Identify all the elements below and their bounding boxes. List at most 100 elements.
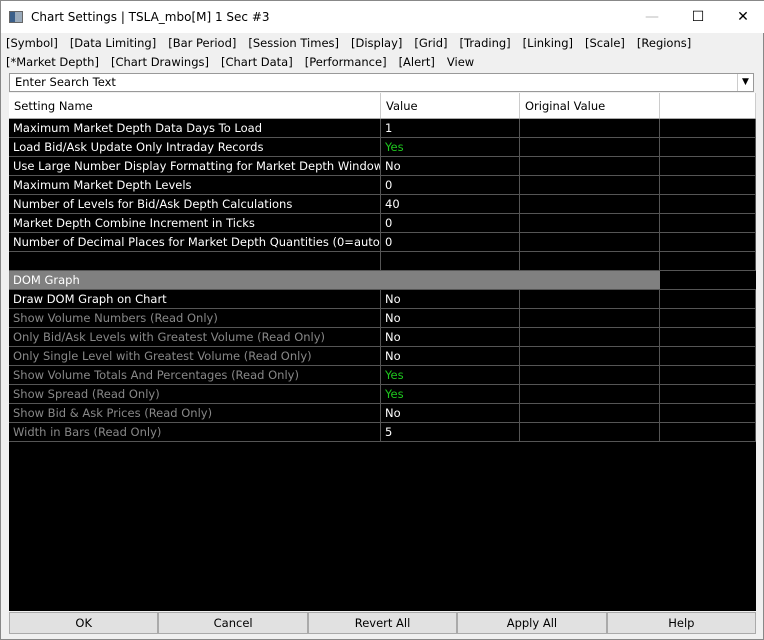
- table-row[interactable]: Use Large Number Display Formatting for …: [9, 157, 756, 176]
- settings-tab[interactable]: [Display]: [351, 36, 402, 50]
- empty-cell: [660, 157, 756, 175]
- original-value: [520, 385, 660, 403]
- search-input[interactable]: Enter Search Text ▼: [9, 73, 754, 92]
- table-row[interactable]: Draw DOM Graph on Chart No: [9, 290, 756, 309]
- table-row[interactable]: Only Bid/Ask Levels with Greatest Volume…: [9, 328, 756, 347]
- setting-value[interactable]: No: [381, 309, 520, 327]
- settings-tab[interactable]: [Chart Data]: [221, 55, 293, 69]
- setting-name: Width in Bars (Read Only): [9, 423, 381, 441]
- column-empty: [660, 93, 756, 118]
- setting-value[interactable]: 0: [381, 233, 520, 251]
- setting-value[interactable]: No: [381, 404, 520, 422]
- table-row[interactable]: Load Bid/Ask Update Only Intraday Record…: [9, 138, 756, 157]
- help-button[interactable]: Help: [606, 612, 757, 634]
- settings-tab[interactable]: View: [447, 55, 474, 69]
- original-value: [520, 328, 660, 346]
- settings-tab[interactable]: [Scale]: [585, 36, 625, 50]
- setting-value[interactable]: 5: [381, 423, 520, 441]
- setting-value[interactable]: No: [381, 157, 520, 175]
- chevron-down-icon[interactable]: ▼: [737, 74, 753, 91]
- revert-all-button[interactable]: Revert All: [307, 612, 458, 634]
- settings-tab[interactable]: [Linking]: [523, 36, 573, 50]
- settings-table: Setting Name Value Original Value Maximu…: [9, 93, 756, 611]
- setting-value[interactable]: Yes: [381, 385, 520, 403]
- empty-cell: [660, 176, 756, 194]
- ok-button[interactable]: OK: [9, 612, 159, 634]
- setting-value[interactable]: Yes: [381, 138, 520, 156]
- settings-tab[interactable]: [Regions]: [637, 36, 691, 50]
- empty-cell: [660, 119, 756, 137]
- table-row[interactable]: Show Spread (Read Only) Yes: [9, 385, 756, 404]
- setting-value[interactable]: Yes: [381, 366, 520, 384]
- table-row[interactable]: Number of Decimal Places for Market Dept…: [9, 233, 756, 252]
- setting-value[interactable]: No: [381, 328, 520, 346]
- section-title: DOM Graph: [9, 271, 660, 289]
- setting-name: Only Single Level with Greatest Volume (…: [9, 347, 381, 365]
- column-value[interactable]: Value: [381, 93, 520, 118]
- setting-name: Maximum Market Depth Levels: [9, 176, 381, 194]
- setting-value[interactable]: No: [381, 347, 520, 365]
- table-row[interactable]: Show Bid & Ask Prices (Read Only) No: [9, 404, 756, 423]
- settings-tabs-row-2: [*Market Depth] [Chart Drawings] [Chart Da…: [6, 55, 486, 69]
- settings-tab[interactable]: [Symbol]: [6, 36, 58, 50]
- blank-row: [9, 252, 756, 271]
- settings-tab[interactable]: [Data Limiting]: [70, 36, 156, 50]
- setting-value[interactable]: 1: [381, 119, 520, 137]
- table-row[interactable]: Maximum Market Depth Data Days To Load 1: [9, 119, 756, 138]
- original-value: [520, 157, 660, 175]
- setting-name: Show Spread (Read Only): [9, 385, 381, 403]
- window-title: Chart Settings | TSLA_mbo[M] 1 Sec #3: [31, 10, 270, 24]
- empty-cell: [660, 309, 756, 327]
- settings-tab[interactable]: [Alert]: [399, 55, 435, 69]
- close-button[interactable]: ✕: [720, 1, 764, 33]
- setting-name: Load Bid/Ask Update Only Intraday Record…: [9, 138, 381, 156]
- table-row[interactable]: Show Volume Totals And Percentages (Read…: [9, 366, 756, 385]
- setting-name: Only Bid/Ask Levels with Greatest Volume…: [9, 328, 381, 346]
- table-row[interactable]: Number of Levels for Bid/Ask Depth Calcu…: [9, 195, 756, 214]
- apply-all-button[interactable]: Apply All: [457, 612, 607, 634]
- cancel-button[interactable]: Cancel: [158, 612, 308, 634]
- table-header: Setting Name Value Original Value: [9, 93, 756, 119]
- settings-tab[interactable]: [*Market Depth]: [6, 55, 99, 69]
- table-row[interactable]: Width in Bars (Read Only) 5: [9, 423, 756, 442]
- app-icon: [9, 11, 23, 23]
- setting-value[interactable]: 0: [381, 176, 520, 194]
- table-row[interactable]: Show Volume Numbers (Read Only) No: [9, 309, 756, 328]
- setting-name: Market Depth Combine Increment in Ticks: [9, 214, 381, 232]
- settings-tab[interactable]: [Trading]: [460, 36, 511, 50]
- table-row[interactable]: Market Depth Combine Increment in Ticks 0: [9, 214, 756, 233]
- search-placeholder: Enter Search Text: [15, 75, 116, 89]
- settings-tab[interactable]: [Bar Period]: [168, 36, 236, 50]
- empty-cell: [660, 347, 756, 365]
- setting-name: Maximum Market Depth Data Days To Load: [9, 119, 381, 137]
- setting-name: Use Large Number Display Formatting for …: [9, 157, 381, 175]
- empty-cell: [660, 366, 756, 384]
- column-setting-name[interactable]: Setting Name: [9, 93, 381, 118]
- setting-value[interactable]: No: [381, 290, 520, 308]
- setting-value[interactable]: 40: [381, 195, 520, 213]
- settings-tab[interactable]: [Grid]: [414, 36, 447, 50]
- setting-name: Number of Decimal Places for Market Dept…: [9, 233, 381, 251]
- column-original-value[interactable]: Original Value: [520, 93, 660, 118]
- settings-tabs-row-1: [Symbol] [Data Limiting] [Bar Period] [Sess…: [6, 36, 703, 50]
- title-bar: Chart Settings | TSLA_mbo[M] 1 Sec #3 — …: [1, 1, 764, 33]
- setting-name: Number of Levels for Bid/Ask Depth Calcu…: [9, 195, 381, 213]
- button-bar: OK Cancel Revert All Apply All Help: [9, 612, 757, 634]
- section-header: DOM Graph: [9, 271, 756, 290]
- empty-cell: [660, 385, 756, 403]
- empty-cell: [660, 214, 756, 232]
- table-row[interactable]: Only Single Level with Greatest Volume (…: [9, 347, 756, 366]
- original-value: [520, 195, 660, 213]
- setting-name: Show Volume Totals And Percentages (Read…: [9, 366, 381, 384]
- settings-tab[interactable]: [Chart Drawings]: [111, 55, 209, 69]
- minimize-button[interactable]: —: [629, 1, 675, 33]
- original-value: [520, 176, 660, 194]
- table-row[interactable]: Maximum Market Depth Levels 0: [9, 176, 756, 195]
- maximize-button[interactable]: ☐: [675, 1, 721, 33]
- empty-cell: [660, 233, 756, 251]
- empty-cell: [660, 423, 756, 441]
- settings-tab[interactable]: [Session Times]: [248, 36, 339, 50]
- settings-tab[interactable]: [Performance]: [305, 55, 387, 69]
- setting-value[interactable]: 0: [381, 214, 520, 232]
- original-value: [520, 214, 660, 232]
